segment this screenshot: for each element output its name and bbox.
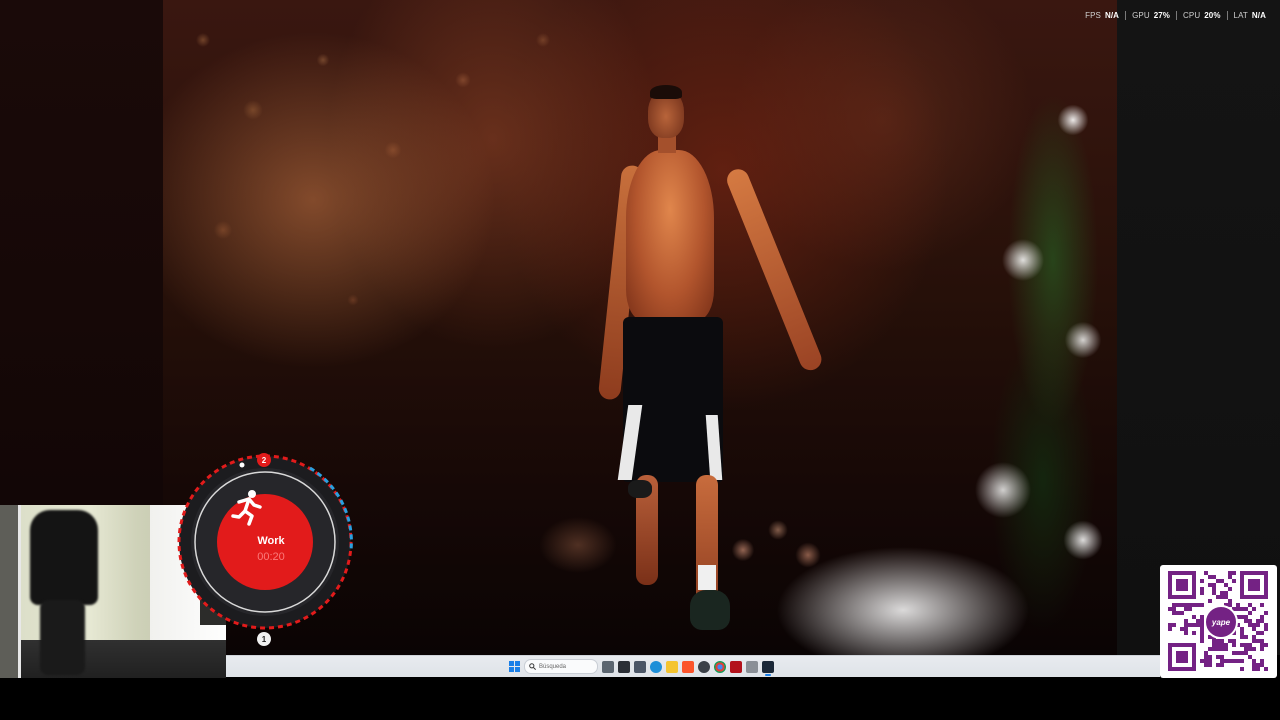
- folder-icon[interactable]: [666, 660, 678, 673]
- workout-timer: 2 1 Work 00:20: [170, 430, 360, 655]
- stat-lat: LAT N/A: [1226, 11, 1272, 20]
- webcam-person-body: [30, 510, 98, 605]
- search-placeholder: Búsqueda: [539, 663, 567, 670]
- app-icon[interactable]: [634, 660, 646, 673]
- task-view-icon[interactable]: [602, 660, 614, 673]
- windows-taskbar: Búsqueda: [226, 655, 1160, 677]
- yape-qr-code: yape: [1160, 565, 1277, 678]
- stat-key: LAT: [1233, 11, 1248, 20]
- stat-value: 27%: [1153, 11, 1171, 20]
- performance-overlay: FPS N/A GPU 27% CPU 20% LAT N/A: [1079, 11, 1272, 20]
- timer-time: 00:20: [257, 550, 285, 563]
- timer-center: Work 00:20: [227, 485, 315, 610]
- steam-icon[interactable]: [762, 660, 774, 676]
- taskbar-search-box[interactable]: Búsqueda: [524, 659, 598, 674]
- taskbar-items: Búsqueda: [509, 659, 774, 676]
- stat-key: FPS: [1085, 11, 1101, 20]
- chrome-icon[interactable]: [714, 660, 726, 673]
- round-next-badge: 1: [257, 632, 271, 646]
- edge-icon[interactable]: [650, 660, 662, 673]
- webcam-person-legs: [40, 600, 85, 675]
- stat-value: 20%: [1204, 11, 1221, 20]
- stat-fps: FPS N/A: [1079, 11, 1125, 20]
- instructor-sock: [698, 565, 716, 590]
- stat-value: N/A: [1104, 11, 1120, 20]
- instructor-left-shoe: [628, 480, 652, 498]
- stat-value: N/A: [1251, 11, 1266, 20]
- webcam-door: [0, 505, 21, 680]
- stat-gpu: GPU 27%: [1125, 11, 1176, 20]
- brave-icon[interactable]: [682, 660, 694, 673]
- app-icon[interactable]: [698, 660, 710, 673]
- right-background: [1117, 0, 1280, 655]
- timer-phase-label: Work: [257, 534, 285, 547]
- stat-cpu: CPU 20%: [1176, 11, 1227, 20]
- instructor-right-shoe: [690, 590, 730, 630]
- windows-start-icon[interactable]: [509, 661, 520, 672]
- stat-key: CPU: [1183, 11, 1201, 20]
- app-icon[interactable]: [618, 660, 630, 673]
- instructor-hair: [650, 85, 682, 99]
- app-icon[interactable]: [730, 660, 742, 673]
- instructor-torso: [626, 150, 714, 320]
- left-background: [0, 0, 163, 505]
- round-current-badge: 2: [257, 453, 271, 467]
- instructor-figure: [597, 85, 825, 645]
- yape-logo: yape: [1204, 605, 1238, 639]
- stat-key: GPU: [1132, 11, 1150, 20]
- timer-track-dot: [239, 462, 245, 468]
- bottom-black-bar: [0, 678, 1280, 720]
- app-icon[interactable]: [746, 660, 758, 673]
- running-person-icon: [231, 490, 262, 526]
- search-icon: [529, 663, 536, 670]
